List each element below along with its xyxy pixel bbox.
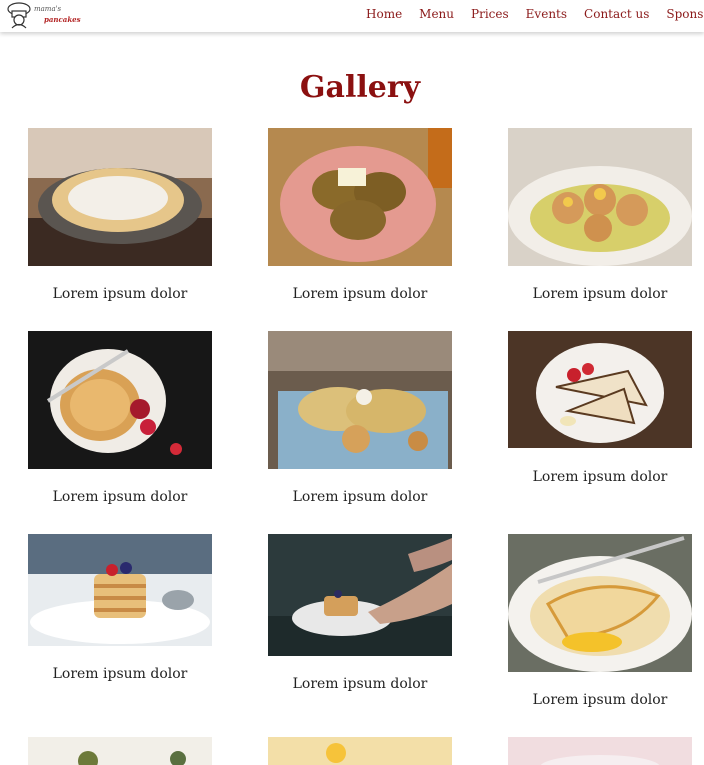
gallery-image[interactable] (28, 128, 212, 266)
gallery-image[interactable] (268, 737, 452, 765)
nav-sponsors[interactable]: Sponsors (666, 7, 704, 21)
gallery-image[interactable] (268, 128, 452, 266)
gallery-caption: Lorem ipsum dolor (532, 692, 668, 708)
gallery-image[interactable] (268, 534, 452, 656)
gallery-caption: Lorem ipsum dolor (52, 286, 188, 302)
top-navbar: mama's pancakes Home Menu Prices Events Cont… (0, 0, 704, 32)
gallery-caption: Lorem ipsum dolor (532, 469, 668, 485)
gallery-title: Gallery (299, 70, 421, 105)
gallery-image[interactable] (28, 331, 212, 469)
gallery-image[interactable] (508, 331, 692, 448)
gallery-image[interactable] (508, 128, 692, 266)
logo-text-bottom: pancakes (44, 15, 81, 24)
gallery-image[interactable] (508, 534, 692, 672)
nav-contact[interactable]: Contact us (584, 7, 649, 21)
gallery-image[interactable] (268, 331, 452, 469)
nav-menu[interactable]: Menu (419, 7, 454, 21)
gallery-image[interactable] (28, 534, 212, 646)
chef-icon (7, 2, 31, 29)
gallery-caption: Lorem ipsum dolor (532, 286, 668, 302)
nav-prices[interactable]: Prices (471, 7, 509, 21)
gallery-caption: Lorem ipsum dolor (292, 676, 428, 692)
site-logo[interactable]: mama's pancakes (0, 0, 88, 30)
nav-events[interactable]: Events (526, 7, 567, 21)
gallery-caption: Lorem ipsum dolor (292, 286, 428, 302)
nav-home[interactable]: Home (366, 7, 402, 21)
gallery-image[interactable] (28, 737, 212, 765)
gallery-caption: Lorem ipsum dolor (292, 489, 428, 505)
main-nav: Home Menu Prices Events Contact us Sponsors (366, 7, 704, 21)
gallery-caption: Lorem ipsum dolor (52, 666, 188, 682)
logo-text-top: mama's (34, 5, 62, 13)
gallery-caption: Lorem ipsum dolor (52, 489, 188, 505)
gallery-image[interactable] (508, 737, 692, 765)
